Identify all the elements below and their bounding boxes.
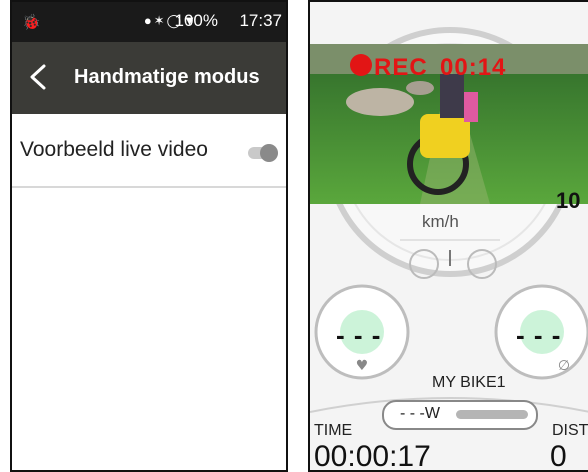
- android-debug-icon: 🐞: [22, 14, 41, 31]
- speed-value: 10: [556, 188, 581, 213]
- page-title: Handmatige modus: [74, 66, 260, 88]
- distance-value: 0: [550, 440, 567, 472]
- power-indicator: - - -W: [382, 400, 538, 430]
- settings-row-live-video[interactable]: Voorbeeld live video: [12, 114, 286, 188]
- rec-label: REC: [374, 54, 428, 81]
- bike-name: MY BIKE1: [432, 374, 506, 391]
- status-bar: 🐞 ●✶◯▼ 100% 17:37: [12, 2, 286, 42]
- battery-level: 100%: [174, 11, 218, 30]
- time-label: TIME: [314, 422, 353, 439]
- time-value: 00:00:17: [314, 440, 431, 472]
- svg-text:∅: ∅: [558, 358, 570, 374]
- rec-time: 00:14: [440, 54, 507, 81]
- heart-rate-value: - - -: [336, 320, 382, 350]
- svg-text:♥: ♥: [356, 358, 369, 374]
- power-bar: [456, 410, 528, 419]
- power-value: - - -W: [400, 405, 440, 422]
- cadence-value: - - -: [516, 320, 562, 350]
- bike-dashboard-screen: ♥ ∅ REC 00:14 10 km/h - - - - - - MY BIK…: [308, 0, 588, 472]
- settings-row-label: Voorbeeld live video: [20, 138, 208, 161]
- speed-unit: km/h: [422, 212, 459, 231]
- app-bar: Handmatige modus: [12, 42, 286, 114]
- distance-label: DIST: [552, 422, 588, 439]
- clock: 17:37: [239, 11, 282, 30]
- settings-screen: 🐞 ●✶◯▼ 100% 17:37 Handmatige modus Voorb…: [10, 0, 288, 472]
- toggle-knob: [260, 144, 278, 162]
- live-video-toggle[interactable]: [248, 144, 278, 162]
- record-indicator-icon: [350, 54, 372, 76]
- back-arrow-icon[interactable]: [26, 62, 50, 92]
